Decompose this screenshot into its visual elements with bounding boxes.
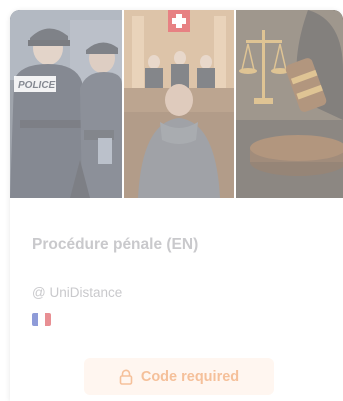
course-card[interactable]: POLICE Procédure pénale (EN) @ UniDistan… <box>10 10 343 401</box>
code-required-button[interactable]: Code required <box>84 358 274 395</box>
police-arrest-image: POLICE <box>10 10 122 198</box>
course-hero-image: POLICE <box>10 10 343 198</box>
flag-france-icon <box>32 313 51 326</box>
gavel-scales-image <box>236 10 343 198</box>
flag-stripe-red <box>44 313 51 326</box>
svg-text:POLICE: POLICE <box>18 80 56 91</box>
lock-icon <box>119 369 133 385</box>
courtroom-image <box>124 10 234 198</box>
card-body: Procédure pénale (EN) @ UniDistance Code… <box>10 198 343 401</box>
course-title[interactable]: Procédure pénale (EN) <box>32 236 198 254</box>
code-required-label: Code required <box>140 368 240 385</box>
course-provider: @ UniDistance <box>32 285 123 300</box>
